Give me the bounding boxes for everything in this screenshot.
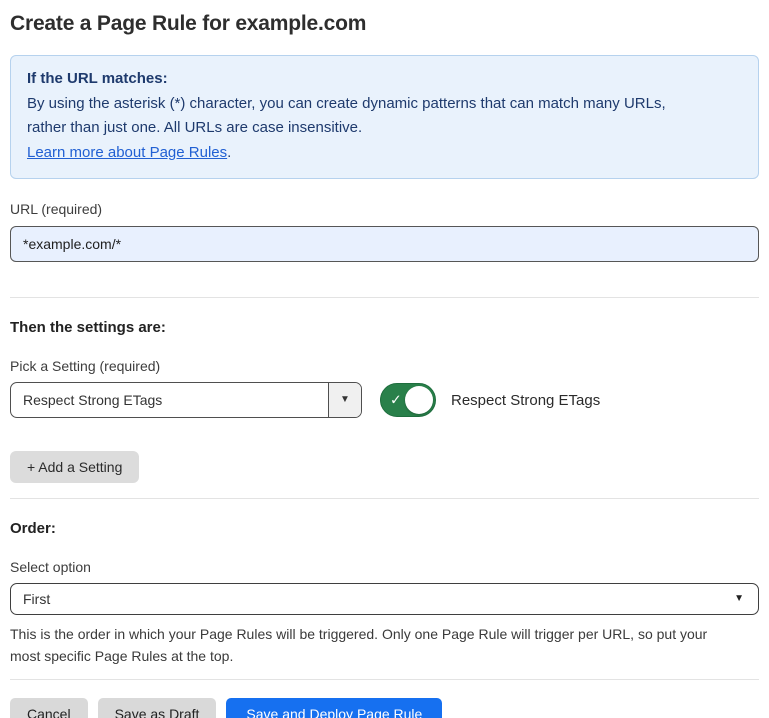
- chevron-down-icon: ▼: [340, 395, 350, 405]
- cancel-button[interactable]: Cancel: [10, 698, 88, 718]
- footer-divider: [10, 679, 759, 680]
- save-as-draft-button[interactable]: Save as Draft: [98, 698, 217, 718]
- info-box-body-line: rather than just one. All URLs are case …: [27, 116, 742, 141]
- order-select-value: First: [23, 584, 734, 614]
- section-divider: [10, 498, 759, 499]
- page-title: Create a Page Rule for example.com: [10, 12, 759, 36]
- setting-row: Respect Strong ETags ▼ ✓ Respect Strong …: [10, 382, 759, 418]
- check-icon: ✓: [390, 392, 402, 409]
- order-select[interactable]: First ▼: [10, 583, 759, 615]
- url-field-label: URL (required): [10, 201, 759, 217]
- settings-section-heading: Then the settings are:: [10, 319, 759, 336]
- url-input[interactable]: [10, 226, 759, 262]
- order-help-line: This is the order in which your Page Rul…: [10, 623, 759, 645]
- create-page-rule-panel: Create a Page Rule for example.com If th…: [0, 0, 769, 718]
- toggle-knob: [405, 386, 433, 414]
- url-match-info-box: If the URL matches: By using the asteris…: [10, 55, 759, 179]
- setting-select-value: Respect Strong ETags: [11, 383, 328, 417]
- add-setting-button[interactable]: + Add a Setting: [10, 451, 139, 483]
- setting-select[interactable]: Respect Strong ETags ▼: [10, 382, 362, 418]
- info-box-heading: If the URL matches:: [27, 67, 742, 92]
- order-help-line: most specific Page Rules at the top.: [10, 645, 759, 667]
- setting-picker-label: Pick a Setting (required): [10, 358, 759, 374]
- learn-more-link[interactable]: Learn more about Page Rules: [27, 144, 227, 161]
- setting-toggle[interactable]: ✓: [380, 383, 436, 417]
- info-box-body-line: By using the asterisk (*) character, you…: [27, 92, 742, 117]
- save-and-deploy-button[interactable]: Save and Deploy Page Rule: [226, 698, 442, 718]
- order-help-text: This is the order in which your Page Rul…: [10, 623, 759, 667]
- order-section-heading: Order:: [10, 520, 759, 537]
- order-select-label: Select option: [10, 559, 759, 575]
- setting-toggle-label: Respect Strong ETags: [451, 392, 600, 409]
- link-period: .: [227, 144, 231, 161]
- section-divider: [10, 297, 759, 298]
- footer-actions: Cancel Save as Draft Save and Deploy Pag…: [10, 698, 759, 718]
- chevron-down-icon: ▼: [734, 594, 744, 604]
- setting-select-arrow-button[interactable]: ▼: [328, 383, 361, 417]
